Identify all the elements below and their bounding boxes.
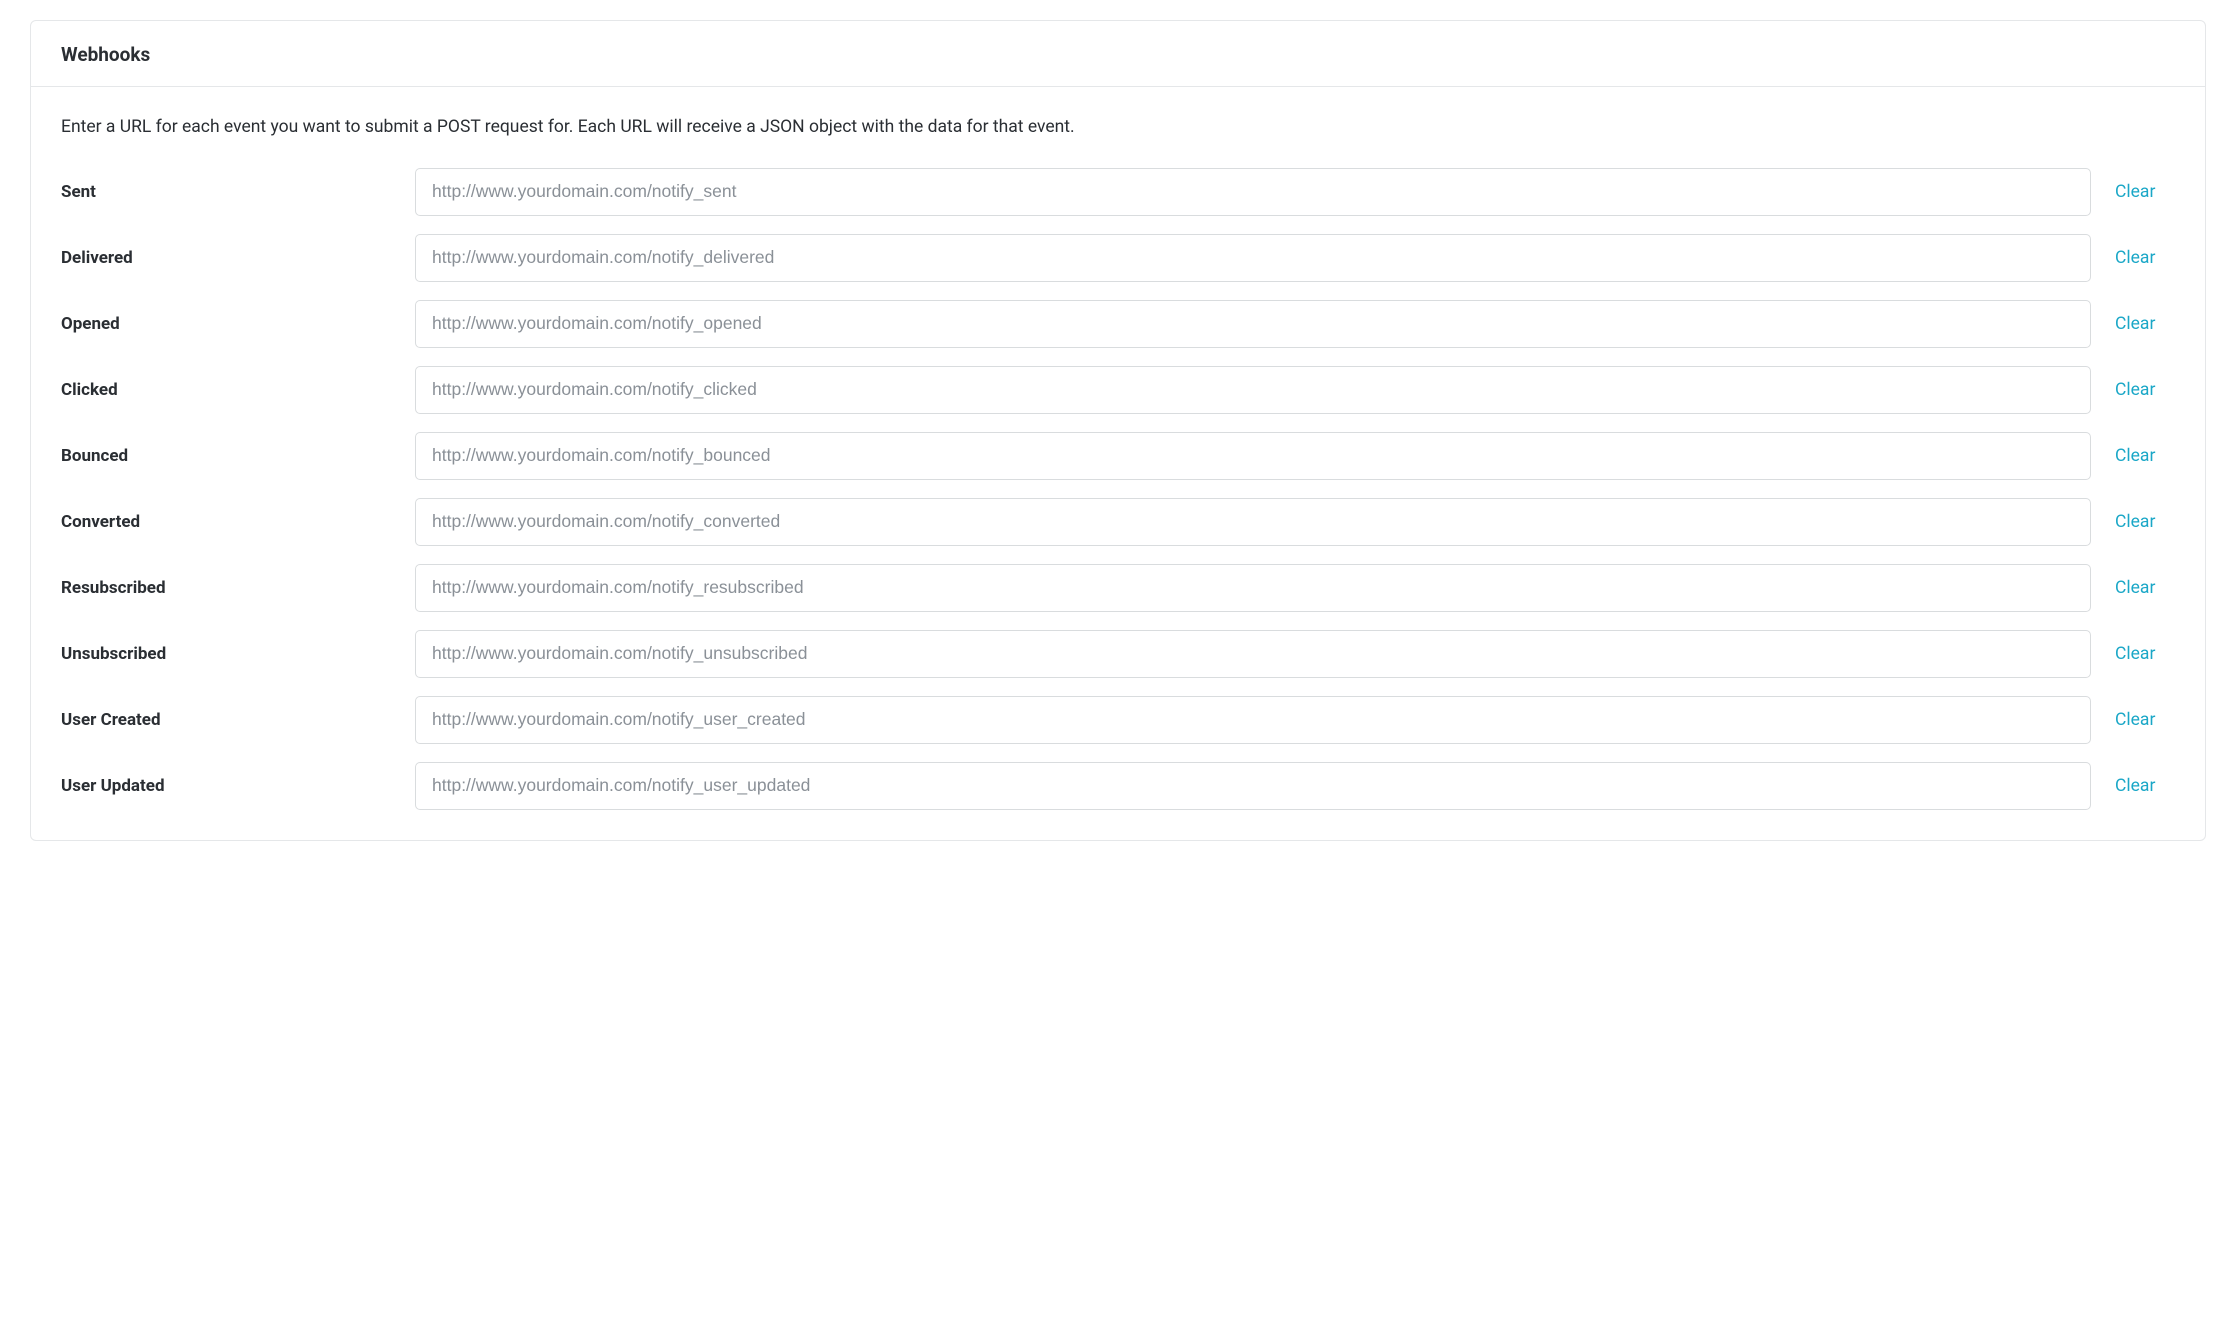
webhook-row-user-created: User Created Clear: [61, 696, 2175, 744]
webhook-rows: SentClearDeliveredClearOpenedClearClicke…: [61, 168, 2175, 810]
webhooks-panel-body: Enter a URL for each event you want to s…: [31, 87, 2205, 840]
webhook-label-bounced: Bounced: [61, 446, 391, 466]
webhook-input-clicked[interactable]: [415, 366, 2091, 414]
webhook-input-opened[interactable]: [415, 300, 2091, 348]
webhook-label-unsubscribed: Unsubscribed: [61, 644, 391, 664]
webhook-label-delivered: Delivered: [61, 248, 391, 268]
webhook-clear-user-updated[interactable]: Clear: [2115, 776, 2175, 796]
webhook-input-converted[interactable]: [415, 498, 2091, 546]
webhook-clear-converted[interactable]: Clear: [2115, 512, 2175, 532]
webhook-input-user-created[interactable]: [415, 696, 2091, 744]
webhook-row-converted: Converted Clear: [61, 498, 2175, 546]
webhook-input-unsubscribed[interactable]: [415, 630, 2091, 678]
webhook-input-user-updated[interactable]: [415, 762, 2091, 810]
webhook-label-opened: Opened: [61, 314, 391, 334]
webhook-clear-bounced[interactable]: Clear: [2115, 446, 2175, 466]
webhook-clear-resubscribed[interactable]: Clear: [2115, 578, 2175, 598]
webhook-row-clicked: Clicked Clear: [61, 366, 2175, 414]
webhook-clear-user-created[interactable]: Clear: [2115, 710, 2175, 730]
webhook-clear-sent[interactable]: Clear: [2115, 182, 2175, 202]
webhook-label-user-updated: User Updated: [61, 776, 391, 796]
webhook-label-user-created: User Created: [61, 710, 391, 730]
webhook-row-bounced: Bounced Clear: [61, 432, 2175, 480]
webhook-input-delivered[interactable]: [415, 234, 2091, 282]
webhook-clear-unsubscribed[interactable]: Clear: [2115, 644, 2175, 664]
webhook-row-delivered: Delivered Clear: [61, 234, 2175, 282]
webhook-row-opened: Opened Clear: [61, 300, 2175, 348]
webhook-label-resubscribed: Resubscribed: [61, 578, 391, 598]
webhook-row-resubscribed: Resubscribed Clear: [61, 564, 2175, 612]
webhook-clear-clicked[interactable]: Clear: [2115, 380, 2175, 400]
webhook-input-resubscribed[interactable]: [415, 564, 2091, 612]
webhook-label-sent: Sent: [61, 182, 391, 202]
webhook-clear-delivered[interactable]: Clear: [2115, 248, 2175, 268]
webhook-label-converted: Converted: [61, 512, 391, 532]
webhook-input-bounced[interactable]: [415, 432, 2091, 480]
panel-description: Enter a URL for each event you want to s…: [61, 115, 2175, 140]
webhooks-panel: Webhooks Enter a URL for each event you …: [30, 20, 2206, 841]
panel-title: Webhooks: [61, 43, 2175, 66]
webhook-label-clicked: Clicked: [61, 380, 391, 400]
webhook-clear-opened[interactable]: Clear: [2115, 314, 2175, 334]
webhook-row-user-updated: User Updated Clear: [61, 762, 2175, 810]
webhook-row-unsubscribed: Unsubscribed Clear: [61, 630, 2175, 678]
webhook-row-sent: Sent Clear: [61, 168, 2175, 216]
webhook-input-sent[interactable]: [415, 168, 2091, 216]
webhooks-panel-header: Webhooks: [31, 21, 2205, 87]
